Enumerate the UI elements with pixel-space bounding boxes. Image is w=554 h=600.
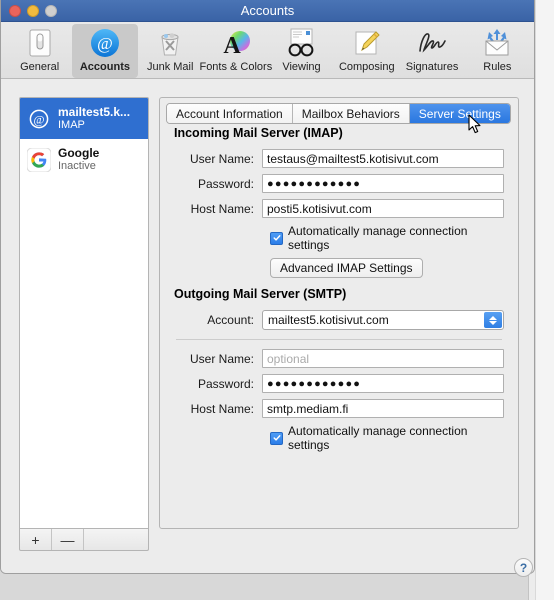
- rules-envelope-icon: [480, 27, 514, 59]
- incoming-section-heading: Incoming Mail Server (IMAP): [174, 126, 343, 140]
- advanced-imap-settings-button[interactable]: Advanced IMAP Settings: [270, 258, 423, 278]
- at-sign-icon: @: [27, 106, 51, 131]
- mouse-cursor: [468, 114, 484, 141]
- fonts-colors-icon: A: [219, 27, 253, 59]
- chevron-updown-icon: [484, 312, 502, 328]
- sidebar-account-name: mailtest5.k...: [58, 105, 131, 119]
- outgoing-section-heading: Outgoing Mail Server (SMTP): [174, 287, 347, 301]
- toolbar-label-fonts-colors: Fonts & Colors: [199, 61, 273, 73]
- incoming-auto-manage-row[interactable]: Automatically manage connection settings: [270, 224, 504, 252]
- tab-mailbox-behaviors[interactable]: Mailbox Behaviors: [292, 104, 410, 123]
- tab-server-settings[interactable]: Server Settings: [409, 104, 510, 123]
- outgoing-account-dropdown[interactable]: mailtest5.kotisivut.com: [262, 310, 504, 330]
- window-titlebar: Accounts: [1, 0, 534, 22]
- toolbar-label-composing: Composing: [338, 61, 395, 73]
- toolbar-item-fonts-colors[interactable]: A Fonts & Colors: [199, 24, 272, 78]
- incoming-hostname-label: Host Name:: [190, 201, 254, 216]
- outgoing-divider: [176, 339, 502, 340]
- sidebar-account-name: Google: [58, 146, 100, 160]
- outgoing-auto-manage-label: Automatically manage connection settings: [288, 424, 468, 452]
- toolbar-item-general[interactable]: General: [7, 24, 72, 78]
- incoming-auto-manage-checkbox[interactable]: [270, 231, 283, 245]
- toolbar-label-accounts: Accounts: [79, 61, 130, 73]
- server-settings-form: Incoming Mail Server (IMAP) User Name: t…: [160, 126, 518, 452]
- svg-text:A: A: [223, 33, 241, 58]
- sidebar-account-text: mailtest5.k... IMAP: [58, 106, 130, 132]
- add-account-button[interactable]: +: [20, 529, 52, 550]
- incoming-auto-manage-label: Automatically manage connection settings: [288, 224, 468, 252]
- sidebar-footer: + —: [19, 529, 149, 551]
- general-icon: [23, 27, 57, 59]
- outgoing-auto-manage-row[interactable]: Automatically manage connection settings: [270, 424, 504, 452]
- signature-icon: [415, 27, 449, 59]
- outgoing-hostname-input[interactable]: smtp.mediam.fi: [262, 399, 504, 418]
- incoming-username-input[interactable]: testaus@mailtest5.kotisivut.com: [262, 149, 504, 168]
- outgoing-username-input[interactable]: optional: [262, 349, 504, 368]
- screen: Accounts General @ Accounts Junk Mail A …: [0, 0, 554, 600]
- toolbar-item-composing[interactable]: Composing: [334, 24, 399, 78]
- background-window-strip: [535, 0, 554, 600]
- toolbar-item-accounts[interactable]: @ Accounts: [72, 24, 138, 78]
- toolbar-item-signatures[interactable]: Signatures: [399, 24, 464, 78]
- incoming-hostname-input[interactable]: posti5.kotisivut.com: [262, 199, 504, 218]
- accounts-sidebar[interactable]: @ mailtest5.k... IMAP Google Inactive: [19, 97, 149, 529]
- outgoing-account-label: Account:: [207, 313, 254, 327]
- advanced-settings-row: Advanced IMAP Settings: [270, 258, 504, 278]
- toolbar-label-rules: Rules: [483, 61, 512, 73]
- outgoing-password-row: Password: ●●●●●●●●●●●●: [174, 374, 504, 393]
- tab-account-information[interactable]: Account Information: [167, 104, 293, 123]
- accounts-at-icon: @: [88, 27, 122, 59]
- preferences-toolbar: General @ Accounts Junk Mail A Fonts & C…: [1, 22, 534, 79]
- svg-text:@: @: [97, 34, 113, 53]
- incoming-password-label: Password:: [197, 176, 254, 191]
- sidebar-account-mailtest5[interactable]: @ mailtest5.k... IMAP: [20, 98, 148, 139]
- outgoing-password-input[interactable]: ●●●●●●●●●●●●: [262, 374, 504, 393]
- toolbar-label-general: General: [20, 61, 60, 73]
- preferences-content: @ mailtest5.k... IMAP Google Inactive + …: [1, 79, 534, 573]
- settings-pane: Incoming Mail Server (IMAP) User Name: t…: [159, 97, 519, 529]
- google-g-icon: [26, 147, 52, 172]
- help-button[interactable]: ?: [514, 558, 533, 577]
- checkmark-icon: [272, 235, 281, 241]
- sidebar-account-status: Inactive: [58, 160, 96, 173]
- sidebar-account-google[interactable]: Google Inactive: [20, 139, 148, 180]
- incoming-password-input[interactable]: ●●●●●●●●●●●●: [262, 174, 504, 193]
- incoming-username-row: User Name: testaus@mailtest5.kotisivut.c…: [174, 149, 504, 168]
- checkmark-icon: [272, 435, 281, 441]
- junk-mail-icon: [153, 27, 187, 59]
- outgoing-hostname-row: Host Name: smtp.mediam.fi: [174, 399, 504, 418]
- incoming-password-row: Password: ●●●●●●●●●●●●: [174, 174, 504, 193]
- toolbar-label-signatures: Signatures: [405, 61, 459, 73]
- svg-text:@: @: [33, 112, 44, 126]
- outgoing-hostname-label: Host Name:: [190, 401, 254, 416]
- sidebar-account-status: IMAP: [58, 119, 85, 132]
- outgoing-auto-manage-checkbox[interactable]: [270, 431, 283, 445]
- outgoing-account-row: Account: mailtest5.kotisivut.com: [174, 310, 504, 330]
- outgoing-username-row: User Name: optional: [174, 349, 504, 368]
- toolbar-item-rules[interactable]: Rules: [465, 24, 530, 78]
- composing-pencil-icon: [350, 27, 384, 59]
- sidebar-account-text: Google Inactive: [58, 147, 99, 173]
- viewing-glasses-icon: [284, 27, 318, 59]
- chevron-up-icon: [489, 315, 497, 320]
- outgoing-password-label: Password:: [197, 376, 254, 391]
- toolbar-label-viewing: Viewing: [282, 61, 321, 73]
- toolbar-item-viewing[interactable]: Viewing: [269, 24, 334, 78]
- toolbar-label-junk-mail: Junk Mail: [146, 61, 194, 73]
- incoming-username-label: User Name:: [189, 151, 254, 166]
- remove-account-button[interactable]: —: [52, 529, 84, 550]
- toolbar-item-junk-mail[interactable]: Junk Mail: [138, 24, 203, 78]
- window-title: Accounts: [240, 3, 295, 18]
- settings-tabbar: Account Information Mailbox Behaviors Se…: [166, 103, 511, 124]
- chevron-down-icon: [489, 320, 497, 325]
- accounts-preferences-window: Accounts General @ Accounts Junk Mail A …: [0, 0, 535, 574]
- incoming-hostname-row: Host Name: posti5.kotisivut.com: [174, 199, 504, 218]
- outgoing-username-label: User Name:: [189, 351, 254, 366]
